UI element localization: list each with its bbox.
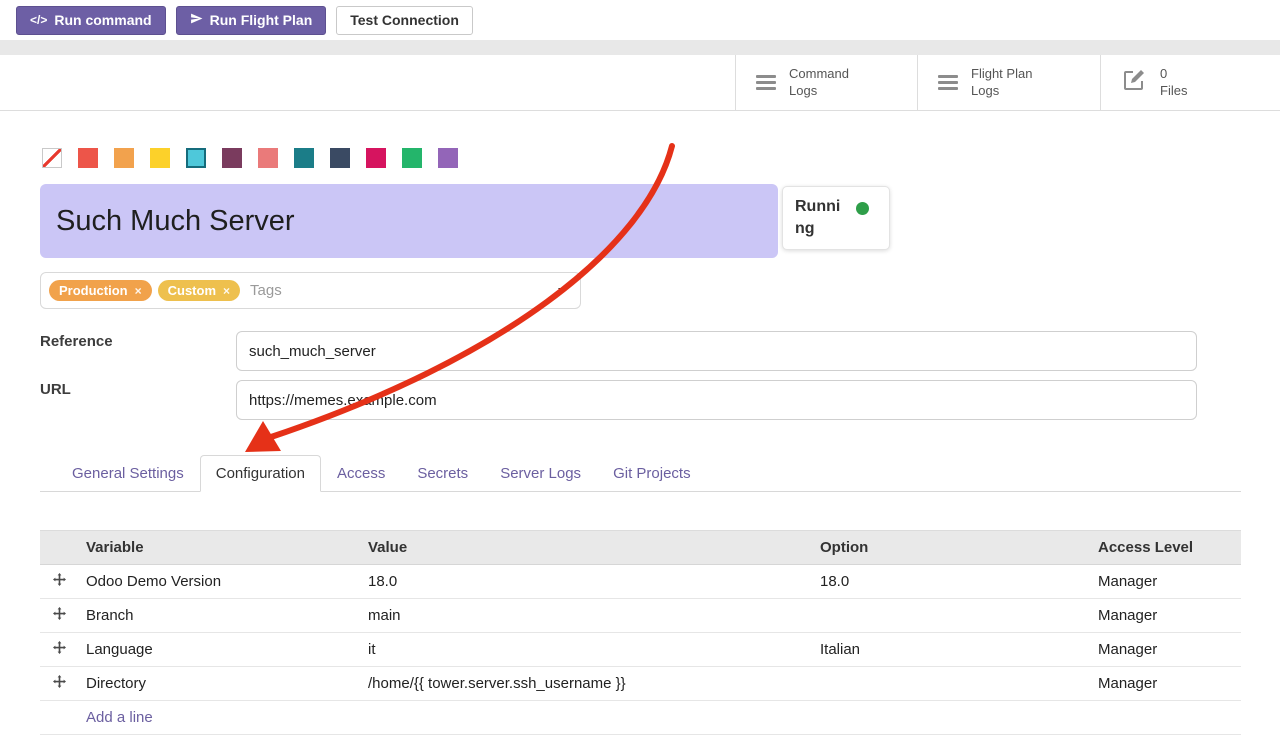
cell-value[interactable]: main: [368, 599, 820, 633]
color-swatch-green[interactable]: [402, 148, 422, 168]
tag-label: Production: [59, 283, 128, 298]
edit-icon: [1121, 68, 1147, 97]
status-dot-icon: [856, 202, 869, 215]
tag-remove-icon[interactable]: ×: [223, 284, 230, 298]
color-swatch-cyan[interactable]: [186, 148, 206, 168]
column-header-variable: Variable: [86, 531, 368, 565]
code-icon: </>: [30, 13, 47, 27]
list-icon: [938, 75, 958, 90]
url-input[interactable]: [236, 380, 1197, 420]
command-logs-label: Command Logs: [789, 66, 861, 100]
command-logs-button[interactable]: Command Logs: [735, 55, 917, 110]
color-swatch-plum[interactable]: [222, 148, 242, 168]
files-button[interactable]: 0 Files: [1100, 55, 1280, 110]
list-icon: [756, 75, 776, 90]
handle-column-header: [40, 531, 86, 565]
drag-handle-icon[interactable]: [53, 641, 66, 654]
column-header-access-level: Access Level: [1098, 531, 1241, 565]
cell-access-level[interactable]: Manager: [1098, 599, 1241, 633]
tab-configuration[interactable]: Configuration: [200, 455, 321, 492]
divider-strip: [0, 40, 1280, 55]
column-header-option: Option: [820, 531, 1098, 565]
run-command-label: Run command: [54, 12, 151, 28]
tag-pill-custom[interactable]: Custom ×: [158, 280, 240, 301]
tab-general-settings[interactable]: General Settings: [56, 455, 200, 492]
files-count: 0: [1160, 66, 1187, 83]
cell-option[interactable]: [820, 599, 1098, 633]
drag-handle-icon[interactable]: [53, 573, 66, 586]
page-header: Command Logs Flight Plan Logs 0 Files: [0, 55, 1280, 111]
config-table-body: Odoo Demo Version18.018.0ManagerBranchma…: [40, 565, 1241, 701]
cell-access-level[interactable]: Manager: [1098, 633, 1241, 667]
cell-access-level[interactable]: Manager: [1098, 667, 1241, 701]
tag-label: Custom: [168, 283, 216, 298]
cell-variable[interactable]: Branch: [86, 599, 368, 633]
cell-variable[interactable]: Odoo Demo Version: [86, 565, 368, 599]
color-swatch-red[interactable]: [78, 148, 98, 168]
chevron-down-icon[interactable]: [558, 288, 566, 293]
table-header-row: Variable Value Option Access Level: [40, 531, 1241, 565]
reference-input[interactable]: [236, 331, 1197, 371]
color-swatch-magenta[interactable]: [366, 148, 386, 168]
color-swatch-salmon[interactable]: [258, 148, 278, 168]
run-flight-plan-button[interactable]: Run Flight Plan: [176, 6, 327, 35]
server-status-label: Running: [795, 196, 847, 240]
tag-remove-icon[interactable]: ×: [135, 284, 142, 298]
tab-bar: General SettingsConfigurationAccessSecre…: [40, 455, 1241, 492]
cell-variable[interactable]: Language: [86, 633, 368, 667]
table-row[interactable]: Directory/home/{{ tower.server.ssh_usern…: [40, 667, 1241, 701]
files-label: Files: [1160, 83, 1187, 100]
run-flight-plan-label: Run Flight Plan: [210, 12, 313, 28]
url-label: URL: [40, 381, 71, 398]
table-row[interactable]: LanguageitItalianManager: [40, 633, 1241, 667]
add-line-row: Add a line: [40, 701, 1241, 735]
tag-pill-production[interactable]: Production ×: [49, 280, 152, 301]
cell-option[interactable]: 18.0: [820, 565, 1098, 599]
table-row[interactable]: Odoo Demo Version18.018.0Manager: [40, 565, 1241, 599]
paper-plane-icon: [190, 12, 203, 28]
cell-variable[interactable]: Directory: [86, 667, 368, 701]
tags-placeholder: Tags: [250, 282, 282, 299]
top-toolbar: </> Run command Run Flight Plan Test Con…: [0, 0, 1280, 40]
color-swatch-purple[interactable]: [438, 148, 458, 168]
flight-plan-logs-button[interactable]: Flight Plan Logs: [917, 55, 1100, 110]
tab-git-projects[interactable]: Git Projects: [597, 455, 707, 492]
color-swatch-navy[interactable]: [330, 148, 350, 168]
cell-value[interactable]: 18.0: [368, 565, 820, 599]
test-connection-button[interactable]: Test Connection: [336, 6, 473, 35]
column-header-value: Value: [368, 531, 820, 565]
drag-handle-icon[interactable]: [53, 607, 66, 620]
run-command-button[interactable]: </> Run command: [16, 6, 166, 35]
cell-value[interactable]: it: [368, 633, 820, 667]
server-name-input[interactable]: [40, 184, 778, 258]
add-line-link[interactable]: Add a line: [86, 709, 153, 726]
color-swatch-yellow[interactable]: [150, 148, 170, 168]
cell-value[interactable]: /home/{{ tower.server.ssh_username }}: [368, 667, 820, 701]
flight-plan-logs-label: Flight Plan Logs: [971, 66, 1053, 100]
tab-access[interactable]: Access: [321, 455, 401, 492]
drag-handle-icon[interactable]: [53, 675, 66, 688]
test-connection-label: Test Connection: [350, 12, 459, 28]
color-swatch-teal[interactable]: [294, 148, 314, 168]
cell-option[interactable]: [820, 667, 1098, 701]
color-palette: [42, 148, 458, 168]
cell-access-level[interactable]: Manager: [1098, 565, 1241, 599]
color-swatch-no-color[interactable]: [42, 148, 62, 168]
configuration-table: Variable Value Option Access Level Odoo …: [40, 530, 1241, 735]
cell-option[interactable]: Italian: [820, 633, 1098, 667]
server-status-card: Running: [782, 186, 890, 250]
tab-secrets[interactable]: Secrets: [401, 455, 484, 492]
tab-server-logs[interactable]: Server Logs: [484, 455, 597, 492]
table-row[interactable]: Branchmain Manager: [40, 599, 1241, 633]
color-swatch-orange[interactable]: [114, 148, 134, 168]
tag-list: Production × Custom ×: [49, 280, 240, 301]
reference-label: Reference: [40, 333, 113, 350]
tags-field[interactable]: Production × Custom × Tags: [40, 272, 581, 309]
